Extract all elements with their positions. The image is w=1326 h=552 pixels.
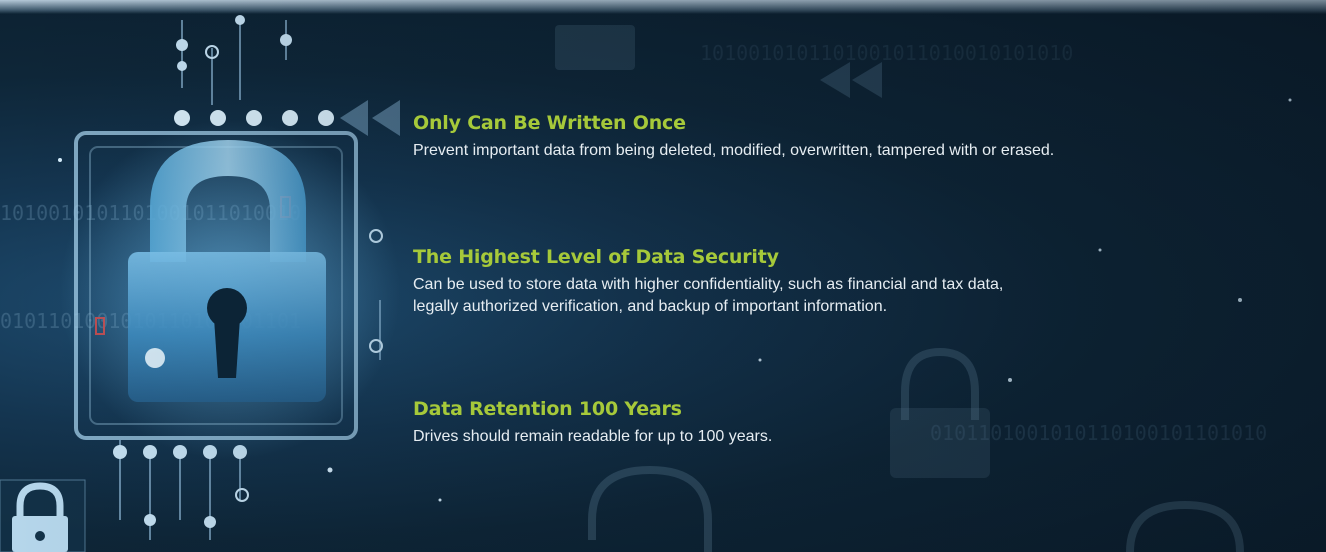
feature-title: Only Can Be Written Once <box>413 112 686 134</box>
feature-description: Drives should remain readable for up to … <box>413 428 773 445</box>
feature-write-once: Only Can Be Written Once Prevent importa… <box>413 112 1313 162</box>
feature-description: Prevent important data from being delete… <box>413 142 1055 159</box>
feature-data-security: The Highest Level of Data Security Can b… <box>413 246 1313 318</box>
feature-data-retention: Data Retention 100 Years Drives should r… <box>413 398 1313 448</box>
feature-description-line-1: Can be used to store data with higher co… <box>413 276 1004 293</box>
feature-title: The Highest Level of Data Security <box>413 246 779 268</box>
security-hero-banner: 1010010101101001011010010 01011010010101… <box>0 0 1326 552</box>
feature-description-line-2: legally authorized verification, and bac… <box>413 298 888 315</box>
feature-title: Data Retention 100 Years <box>413 398 682 420</box>
